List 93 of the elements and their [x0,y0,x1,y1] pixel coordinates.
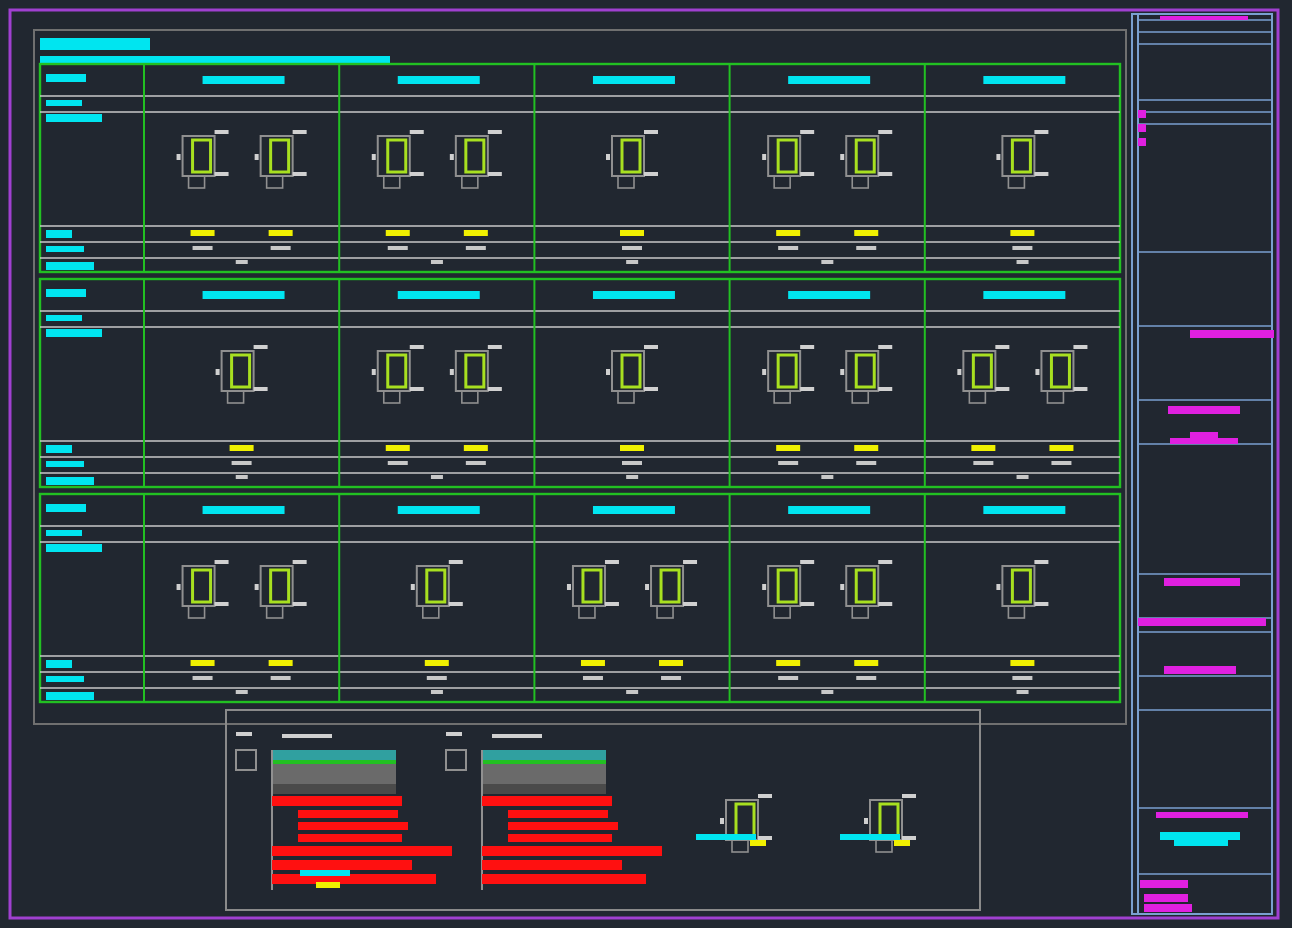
text-block [46,461,84,467]
text-block [46,246,84,252]
text-block [1190,330,1274,338]
text-block [776,445,801,451]
text-block [983,506,1066,514]
text-block [788,76,871,84]
text-block [983,76,1066,84]
text-block [1138,618,1266,626]
text-block [46,504,86,512]
column-section-drawing [645,560,698,619]
text-block [229,445,254,451]
text-block [463,445,488,451]
text-block [46,289,86,297]
text-block [971,445,996,451]
text-block [983,291,1066,299]
text-block [300,870,350,876]
text-block [397,76,480,84]
column-section-drawing [371,130,424,189]
column-section-drawing [606,130,658,189]
column-section-drawing [762,130,815,189]
text-block [46,477,94,485]
column-section-drawing [762,560,815,619]
text-block [46,530,82,536]
column-section-drawing [1035,345,1088,404]
column-section-drawing [254,560,307,619]
text-block [202,76,285,84]
text-block [190,660,215,666]
text-block [788,291,871,299]
text-block [397,506,480,514]
text-block [854,660,879,666]
text-block [46,544,102,552]
column-section-drawing [840,130,893,189]
text-block [424,660,449,666]
text-block [1164,578,1240,586]
text-block [46,329,102,337]
column-section-drawing [606,345,658,404]
text-block [190,230,215,236]
text-block [202,506,285,514]
column-section-drawing [215,345,268,404]
column-section-drawing [996,130,1049,189]
text-block [385,445,410,451]
text-block [592,506,675,514]
column-section-drawing [254,130,307,189]
text-block [1010,660,1035,666]
text-block [592,291,675,299]
text-block [1156,812,1248,818]
text-block [46,315,82,321]
column-section-drawing [996,560,1049,619]
column-section-drawing [864,794,916,853]
column-section-drawing [566,560,619,619]
column-section-drawing [720,794,772,853]
text-block [46,692,94,700]
text-block [268,230,293,236]
column-section-drawing [410,560,463,619]
column-section-drawing [840,345,893,404]
text-block [854,230,879,236]
text-block [1049,445,1074,451]
text-block [46,262,94,270]
column-section-drawing [762,345,815,404]
text-block [854,445,879,451]
column-section-drawing [371,345,424,404]
text-block [592,76,675,84]
column-section-drawing [449,130,502,189]
text-block [385,230,410,236]
text-block [659,660,684,666]
text-block [397,291,480,299]
text-block [46,230,72,238]
text-block [268,660,293,666]
text-block [580,660,605,666]
text-block [1164,666,1236,674]
column-section-drawing [176,560,229,619]
text-block [46,445,72,453]
text-block [46,660,72,668]
text-block [620,230,644,236]
text-block [620,445,644,451]
column-section-drawing [840,560,893,619]
text-block [1140,880,1188,888]
text-block [202,291,285,299]
column-section-drawing [176,130,229,189]
text-block [46,100,82,106]
text-block [46,114,102,122]
text-block [776,230,801,236]
text-block [40,38,150,50]
text-block [46,74,86,82]
text-block [463,230,488,236]
text-block [1168,406,1240,414]
text-block [46,676,84,682]
text-block [788,506,871,514]
column-section-drawing [957,345,1010,404]
text-block [316,882,340,888]
text-block [1010,230,1035,236]
text-block [776,660,801,666]
column-section-drawing [449,345,502,404]
